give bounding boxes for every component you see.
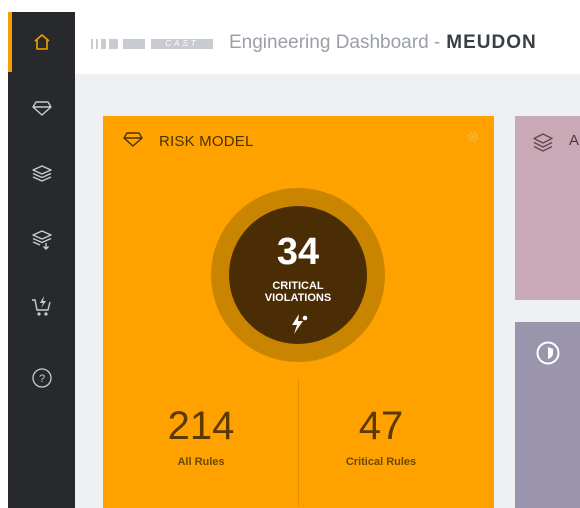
sidebar-item-home[interactable] — [8, 12, 75, 72]
stats-divider — [298, 378, 299, 506]
cart-bolt-icon — [30, 294, 54, 318]
sidebar: ? — [8, 12, 75, 508]
cast-logo: CAST — [91, 39, 213, 49]
security-card[interactable] — [515, 322, 580, 508]
critical-violations-core: 34 CRITICAL VIOLATIONS — [229, 206, 367, 344]
diamond-icon — [121, 130, 145, 153]
risk-model-title: RISK MODEL — [159, 133, 254, 150]
page-title: Engineering Dashboard - MEUDON — [229, 32, 537, 54]
home-icon — [32, 32, 52, 52]
layers-down-icon — [31, 229, 53, 251]
architecture-card-title: A — [569, 132, 580, 149]
logo-text: CAST — [151, 39, 213, 49]
risk-model-card[interactable]: RISK MODEL 34 CRITICAL VIOLATIONS 214 Al… — [103, 116, 494, 508]
all-rules-value: 214 — [167, 404, 235, 448]
critical-label-line1: CRITICAL — [272, 280, 324, 292]
sidebar-item-layers[interactable] — [8, 144, 75, 204]
sidebar-item-cart[interactable] — [8, 276, 75, 336]
critical-violations-count: 34 — [276, 231, 320, 273]
critical-violations-gauge[interactable]: 34 CRITICAL VIOLATIONS — [211, 188, 385, 362]
risk-model-header: RISK MODEL — [121, 130, 254, 153]
bolt-icon — [287, 312, 311, 341]
shield-icon — [536, 341, 560, 370]
layers-icon — [531, 132, 555, 159]
critical-rules-value: 47 — [358, 404, 404, 448]
critical-label-line2: VIOLATIONS — [264, 292, 332, 304]
architecture-card[interactable]: A — [515, 116, 580, 300]
dashboard-title: Engineering Dashboard - — [229, 32, 441, 53]
sidebar-item-risk-model[interactable] — [8, 78, 75, 138]
layers-icon — [31, 164, 53, 184]
app-frame: ? CAST Engineering Dashboard - MEUDON RIS… — [0, 0, 580, 508]
gear-icon[interactable] — [466, 130, 480, 149]
critical-rules-label: Critical Rules — [345, 456, 417, 468]
sidebar-item-layers-down[interactable] — [8, 210, 75, 270]
header: CAST Engineering Dashboard - MEUDON — [75, 12, 580, 74]
sidebar-item-help[interactable]: ? — [8, 348, 75, 408]
svg-text:?: ? — [38, 373, 44, 385]
app-name: MEUDON — [446, 32, 537, 53]
diamond-icon — [31, 99, 53, 117]
critical-violations-label: CRITICAL VIOLATIONS — [229, 280, 367, 304]
all-rules-label: All Rules — [177, 456, 225, 468]
help-icon: ? — [31, 367, 53, 389]
